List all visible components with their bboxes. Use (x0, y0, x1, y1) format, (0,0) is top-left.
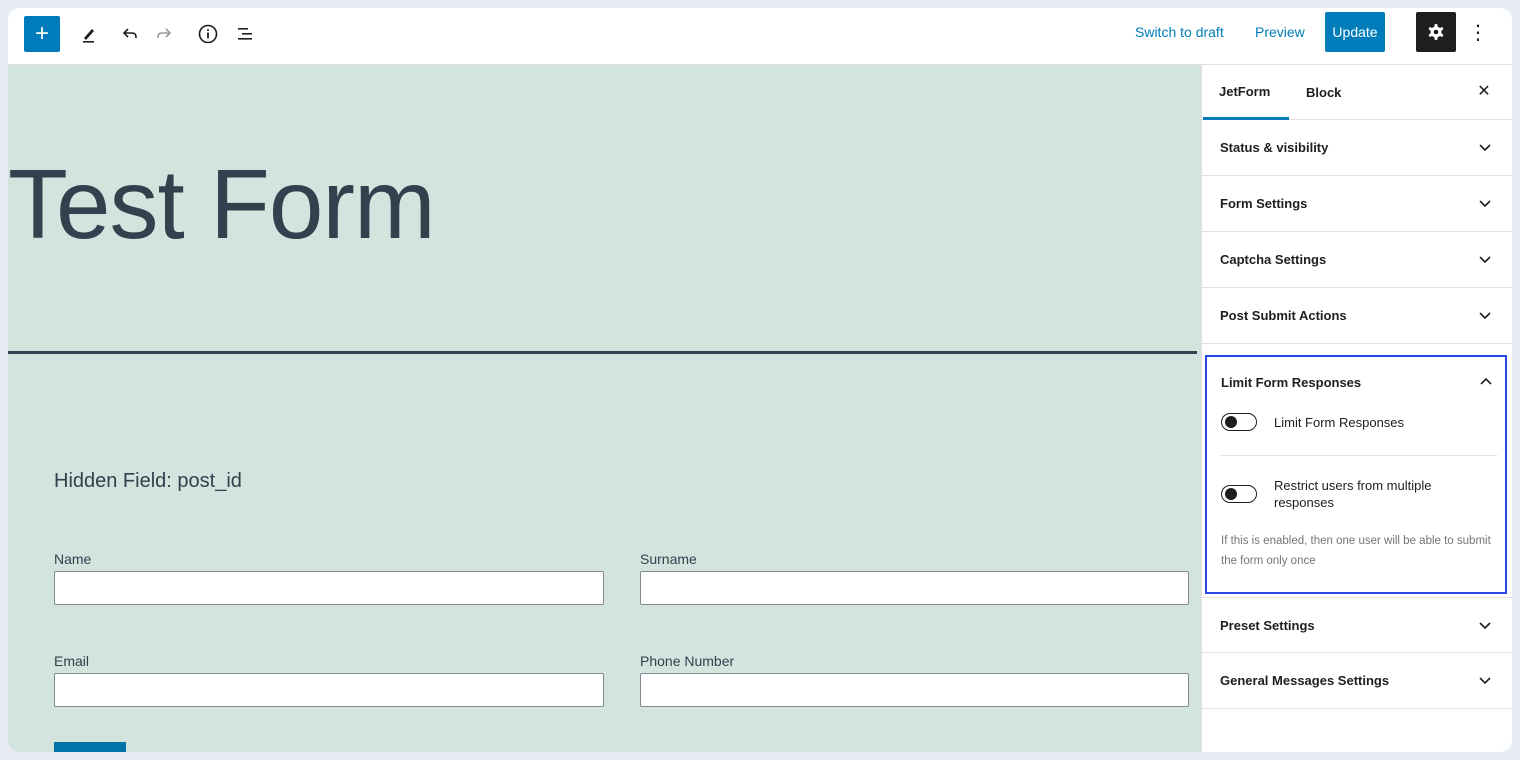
submit-button[interactable] (54, 742, 126, 752)
options-button[interactable]: ⋮ (1466, 12, 1490, 52)
panel-form-settings[interactable]: Form Settings (1202, 176, 1512, 232)
tools-button[interactable] (72, 16, 108, 52)
add-block-button[interactable]: + (24, 16, 60, 52)
chevron-down-icon (1479, 622, 1491, 630)
editor-canvas[interactable]: Test Form Hidden Field: post_id Name Sur… (8, 65, 1201, 752)
close-icon: ✕ (1477, 83, 1491, 100)
panel-status-visibility[interactable]: Status & visibility (1202, 120, 1512, 176)
separator-block[interactable] (8, 351, 1197, 354)
chevron-down-icon (1479, 144, 1491, 152)
panel-title: Limit Form Responses (1221, 375, 1362, 390)
details-button[interactable] (190, 16, 226, 52)
limit-form-responses-toggle-label: Limit Form Responses (1274, 415, 1405, 430)
plus-icon: + (34, 20, 49, 47)
panel-title: Form Settings (1220, 196, 1308, 211)
gear-icon (1428, 24, 1444, 40)
kebab-menu-icon: ⋮ (1468, 21, 1488, 44)
list-view-icon (238, 28, 252, 40)
panel-captcha-settings[interactable]: Captcha Settings (1202, 232, 1512, 288)
undo-icon (122, 28, 137, 38)
preview-button[interactable]: Preview (1255, 24, 1305, 40)
name-field[interactable] (54, 571, 604, 605)
limit-form-responses-header[interactable]: Limit Form Responses (1207, 357, 1505, 409)
chevron-up-icon (1480, 377, 1492, 385)
email-label: Email (54, 653, 90, 669)
surname-label: Surname (640, 551, 697, 567)
hidden-field-block[interactable]: Hidden Field: post_id (54, 470, 242, 493)
editor-window: + Switch to draft Preview Update ⋮ Test … (8, 8, 1512, 752)
redo-icon (157, 28, 172, 38)
update-button[interactable]: Update (1325, 12, 1385, 52)
restrict-multiple-responses-toggle[interactable] (1221, 485, 1257, 503)
switch-to-draft-button[interactable]: Switch to draft (1135, 24, 1224, 40)
chevron-down-icon (1479, 677, 1491, 685)
post-title[interactable]: Test Form (8, 155, 436, 253)
list-view-button[interactable] (228, 16, 264, 52)
divider (1221, 455, 1497, 456)
panel-post-submit-actions[interactable]: Post Submit Actions (1202, 288, 1512, 344)
tab-block[interactable]: Block (1306, 65, 1341, 120)
phone-number-field[interactable] (640, 673, 1189, 707)
name-label: Name (54, 551, 92, 567)
phone-number-label: Phone Number (640, 653, 735, 669)
chevron-down-icon (1479, 200, 1491, 208)
panel-title: Preset Settings (1220, 618, 1315, 633)
limit-form-responses-toggle[interactable] (1221, 413, 1257, 431)
toggle-knob (1225, 488, 1237, 500)
panel-title: Captcha Settings (1220, 252, 1327, 267)
tab-jetform[interactable]: JetForm (1203, 65, 1289, 120)
toggle-knob (1225, 416, 1237, 428)
panel-limit-form-responses: Limit Form Responses Limit Form Response… (1205, 355, 1507, 594)
chevron-down-icon (1479, 312, 1491, 320)
panel-preset-settings[interactable]: Preset Settings (1202, 597, 1512, 653)
info-icon (198, 24, 218, 44)
sidebar-tabs: JetForm Block ✕ (1202, 65, 1512, 120)
panel-general-messages-settings[interactable]: General Messages Settings (1202, 653, 1512, 709)
chevron-down-icon (1479, 256, 1491, 264)
settings-button[interactable] (1416, 12, 1456, 52)
panel-title: Status & visibility (1220, 140, 1329, 155)
pencil-icon (83, 29, 94, 43)
restrict-help-text: If this is enabled, then one user will b… (1221, 535, 1491, 567)
panel-title: General Messages Settings (1220, 673, 1390, 688)
restrict-multiple-responses-label: Restrict users from multiple responses (1274, 478, 1432, 510)
surname-field[interactable] (640, 571, 1189, 605)
panel-title: Post Submit Actions (1220, 308, 1347, 323)
top-toolbar: + Switch to draft Preview Update ⋮ (8, 8, 1512, 65)
close-sidebar-button[interactable]: ✕ (1472, 79, 1496, 103)
email-field[interactable] (54, 673, 604, 707)
settings-sidebar: JetForm Block ✕ Status & visibility Form… (1201, 65, 1512, 752)
undo-button[interactable] (112, 16, 148, 52)
redo-button[interactable] (146, 16, 182, 52)
